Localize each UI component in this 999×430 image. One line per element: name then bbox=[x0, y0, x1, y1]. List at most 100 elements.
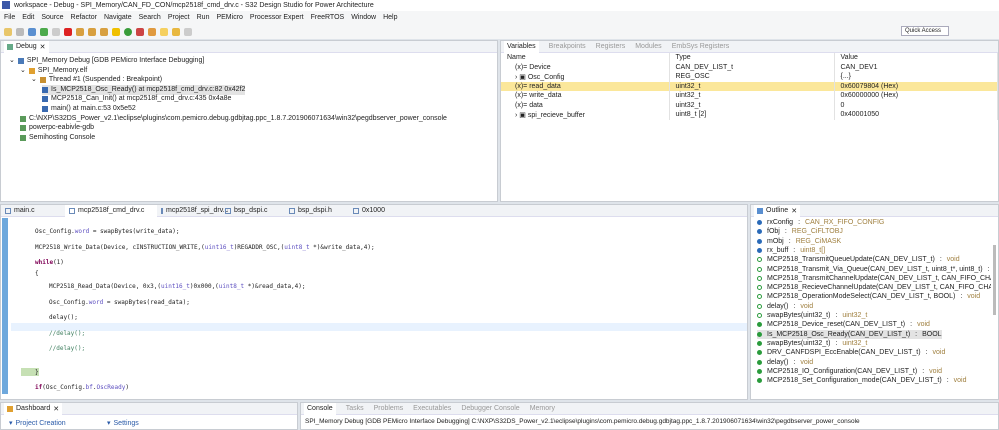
tab-embsys-registers[interactable]: EmbSys Registers bbox=[672, 43, 730, 50]
step-return-icon[interactable] bbox=[100, 27, 108, 36]
menu-window[interactable]: Window bbox=[351, 11, 376, 24]
column-header-name[interactable]: Name bbox=[501, 53, 670, 63]
outline-scrollbar[interactable] bbox=[993, 245, 996, 315]
resume-icon[interactable] bbox=[40, 27, 48, 36]
outline-item[interactable]: MCP2518_TransmitChannelUpdate(CAN_DEV_LI… bbox=[757, 274, 991, 283]
debug-tree-item[interactable]: Is_MCP2518_Osc_Ready() at mcp2518f_cmd_d… bbox=[42, 84, 246, 95]
new-icon[interactable] bbox=[4, 27, 12, 36]
tab-registers[interactable]: Registers bbox=[596, 43, 626, 50]
editor-tab[interactable]: bsp_dspi.c bbox=[221, 207, 285, 214]
debug-tree-item[interactable]: Semihosting Console bbox=[20, 133, 95, 143]
debug-tree-item[interactable]: MCP2518_Can_Init() at mcp2518f_cmd_drv.c… bbox=[42, 94, 231, 104]
tab-dashboard[interactable]: Dashboard ✕ bbox=[4, 402, 63, 415]
debug-tree-item[interactable]: powerpc-eabivle-gdb bbox=[20, 123, 94, 133]
outline-item[interactable]: MCP2518_IO_Configuration(CAN_DEV_LIST_t)… bbox=[757, 367, 942, 376]
editor-tab[interactable]: mcp2518f_cmd_drv.c bbox=[65, 204, 157, 217]
suspend-icon[interactable] bbox=[52, 27, 60, 36]
section-project-creation[interactable]: ▾ Project Creation bbox=[9, 419, 66, 429]
outline-item[interactable]: delay(): void bbox=[757, 358, 813, 367]
menu-freertos[interactable]: FreeRTOS bbox=[311, 11, 345, 24]
tab-variables[interactable]: Variables bbox=[504, 40, 539, 53]
menu-processor-expert[interactable]: Processor Expert bbox=[250, 11, 304, 24]
editor-tab[interactable]: 0x1000 bbox=[349, 207, 413, 214]
outline-item[interactable]: DRV_CANFDSPI_EccEnable(CAN_DEV_LIST_t): v… bbox=[757, 348, 945, 357]
chevron-down-icon[interactable]: ⌄ bbox=[20, 66, 26, 76]
tab-tasks[interactable]: Tasks bbox=[346, 405, 364, 412]
run-icon[interactable] bbox=[124, 27, 132, 36]
outline-item[interactable]: mObj: REG_CiMASK bbox=[757, 237, 841, 246]
tab-problems[interactable]: Problems bbox=[374, 405, 404, 412]
section-settings[interactable]: ▾ Settings bbox=[107, 419, 139, 429]
terminate-icon[interactable] bbox=[64, 27, 72, 36]
menu-help[interactable]: Help bbox=[383, 11, 397, 24]
variable-value[interactable]: 0x60000000 (Hex) bbox=[834, 91, 998, 101]
step-over-icon[interactable] bbox=[88, 27, 96, 36]
tab-console[interactable]: Console bbox=[304, 402, 336, 415]
tab-debug[interactable]: Debug ✕ bbox=[4, 40, 49, 53]
menu-source[interactable]: Source bbox=[41, 11, 63, 24]
table-row[interactable]: › ▣ spi_recieve_buffer uint8_t [2] 0x40001… bbox=[501, 110, 998, 120]
menu-refactor[interactable]: Refactor bbox=[71, 11, 97, 24]
step-into-icon[interactable] bbox=[76, 27, 84, 36]
menu-project[interactable]: Project bbox=[168, 11, 190, 24]
outline-item[interactable]: rx_buff: uint8_t[] bbox=[757, 246, 825, 255]
save-icon[interactable] bbox=[16, 27, 24, 36]
outline-item[interactable]: MCP2518_RecieveChannelUpdate(CAN_DEV_LIS… bbox=[757, 283, 991, 292]
column-header-type[interactable]: Type bbox=[669, 53, 835, 63]
variable-value[interactable]: 0x40001050 bbox=[834, 110, 998, 120]
outline-item[interactable]: swapBytes(uint32_t): uint32_t bbox=[757, 311, 867, 320]
table-row[interactable]: (x)= Device CAN_DEV_LIST_t CAN_DEV1 bbox=[501, 62, 998, 72]
variable-value[interactable]: 0 bbox=[834, 100, 998, 110]
outline-item[interactable]: MCP2518_Set_Configuration_mode(CAN_DEV_L… bbox=[757, 376, 967, 385]
menu-search[interactable]: Search bbox=[139, 11, 161, 24]
table-row[interactable]: › ▣ Osc_Config REG_OSC {...} bbox=[501, 72, 998, 82]
outline-item[interactable]: MCP2518_OperationModeSelect(CAN_DEV_LIST… bbox=[757, 292, 980, 301]
tab-modules[interactable]: Modules bbox=[635, 43, 661, 50]
variable-value[interactable]: CAN_DEV1 bbox=[834, 62, 998, 72]
outline-item[interactable]: rxConfig: CAN_RX_FIFO_CONFIG bbox=[757, 218, 884, 227]
debug-tree-item[interactable]: C:\NXP\S32DS_Power_v2.1\eclipse\plugins\… bbox=[20, 114, 447, 124]
code-line: MCP2518_Read_Data(Device, 0x3,(uint16_t)… bbox=[49, 283, 306, 290]
chevron-down-icon[interactable]: ⌄ bbox=[31, 75, 37, 85]
chevron-down-icon[interactable]: ⌄ bbox=[9, 56, 15, 66]
menu-pemicro[interactable]: PEMicro bbox=[216, 11, 242, 24]
flash-icon[interactable] bbox=[112, 27, 120, 36]
table-row[interactable]: (x)= data uint32_t 0 bbox=[501, 100, 998, 110]
editor-tab[interactable]: mcp2518f_spi_drv.c bbox=[157, 207, 228, 214]
outline-item[interactable]: swapBytes(uint32_t): uint32_t bbox=[757, 339, 867, 348]
external-tools-icon[interactable] bbox=[136, 27, 144, 36]
tab-breakpoints[interactable]: Breakpoints bbox=[549, 43, 586, 50]
menu-file[interactable]: File bbox=[4, 11, 15, 24]
open-type-icon[interactable] bbox=[148, 27, 156, 36]
variable-value[interactable]: {...} bbox=[834, 72, 998, 82]
tab-memory[interactable]: Memory bbox=[530, 405, 555, 412]
outline-item[interactable]: MCP2518_Device_reset(CAN_DEV_LIST_t): voi… bbox=[757, 320, 930, 329]
outline-item[interactable]: MCP2518_Transmit_Via_Queue(CAN_DEV_LIST_… bbox=[757, 265, 991, 274]
editor-tab[interactable]: main.c bbox=[1, 207, 65, 214]
debug-tree-item[interactable]: ⌄ Thread #1 (Suspended : Breakpoint) bbox=[31, 75, 162, 85]
outline-item[interactable]: delay(): void bbox=[757, 302, 813, 311]
debug-tree-item[interactable]: main() at main.c:53 0x5e52 bbox=[42, 104, 136, 114]
outline-item[interactable]: fObj: REG_CiFLTOBJ bbox=[757, 227, 843, 236]
table-row[interactable]: (x)= read_data uint32_t 0x60079804 (Hex) bbox=[501, 81, 998, 91]
next-annotation-icon[interactable] bbox=[160, 27, 168, 36]
variables-tabs: Variables Breakpoints Registers Modules EmbS… bbox=[501, 40, 998, 53]
variable-value[interactable]: 0x60079804 (Hex) bbox=[834, 81, 998, 91]
menu-edit[interactable]: Edit bbox=[22, 11, 34, 24]
table-row[interactable]: (x)= write_data uint32_t 0x60000000 (Hex) bbox=[501, 91, 998, 101]
debug-settings-icon[interactable] bbox=[28, 27, 36, 36]
menu-navigate[interactable]: Navigate bbox=[104, 11, 132, 24]
menu-run[interactable]: Run bbox=[197, 11, 210, 24]
outline-item[interactable]: MCP2518_TransmitQueueUpdate(CAN_DEV_LIST… bbox=[757, 255, 960, 264]
debug-tree-item[interactable]: ⌄ SPI_Memory.elf bbox=[20, 66, 87, 76]
debug-tree-item[interactable]: ⌄ SPI_Memory Debug [GDB PEMicro Interface… bbox=[9, 56, 204, 66]
forward-icon[interactable] bbox=[184, 27, 192, 36]
tab-outline[interactable]: Outline ✕ bbox=[754, 204, 801, 217]
tab-debugger-console[interactable]: Debugger Console bbox=[461, 405, 519, 412]
quick-access-input[interactable]: Quick Access bbox=[901, 26, 949, 36]
outline-item[interactable]: Is_MCP2518_Osc_Ready(CAN_DEV_LIST_t): BOO… bbox=[757, 329, 942, 339]
editor-tab[interactable]: bsp_dspi.h bbox=[285, 207, 349, 214]
back-icon[interactable] bbox=[172, 27, 180, 36]
column-header-value[interactable]: Value bbox=[834, 53, 998, 63]
tab-executables[interactable]: Executables bbox=[413, 405, 451, 412]
